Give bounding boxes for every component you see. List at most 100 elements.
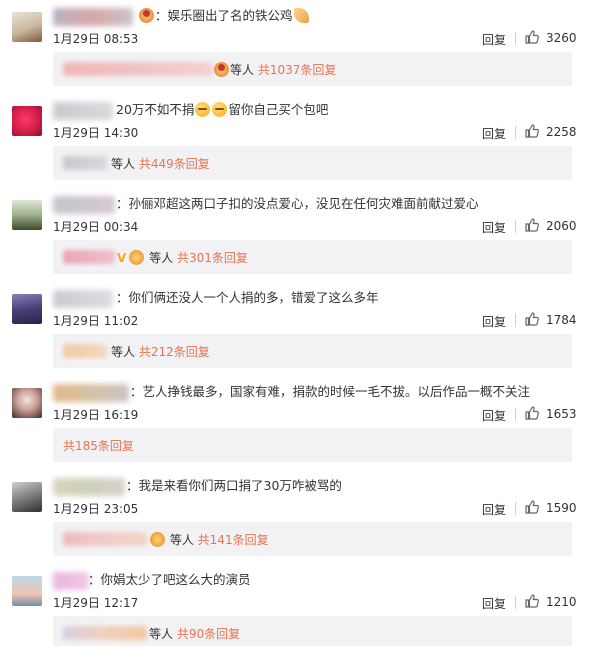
thumbs-up-icon (525, 312, 539, 326)
reply-summary: 等人 共449条回复 (111, 155, 210, 172)
comment-item: ：艺人挣钱最多，国家有难，捐款的时候一毛不拔。以后作品一概不关注 1月29日 1… (0, 376, 590, 470)
face-emoji-icon (150, 532, 165, 547)
thumbs-up-icon (525, 500, 539, 514)
reply-count-link[interactable]: 共301条回复 (177, 251, 248, 265)
etc-label: 等人 (230, 63, 255, 77)
username[interactable] (53, 196, 115, 214)
like-count: 3260 (546, 31, 577, 45)
reply-button[interactable]: 回复 (482, 595, 506, 612)
reply-preview-box[interactable]: 等人 共141条回复 (53, 522, 572, 556)
thumbs-up-icon (525, 406, 539, 420)
reply-username (63, 62, 213, 76)
reply-preview-box[interactable]: 等人 共212条回复 (53, 334, 572, 368)
reply-username (63, 344, 107, 358)
reply-preview-box[interactable]: 共185条回复 (53, 428, 572, 462)
divider (515, 32, 516, 45)
reply-preview-box[interactable]: 等人 共1037条回复 (53, 52, 572, 86)
like-button[interactable]: 1210 (524, 593, 588, 611)
comment-text: ：孙俪邓超这两口子扣的没点爱心，没见在任何灾难面前献过爱心 (116, 196, 479, 211)
etc-label: 等人 (169, 533, 194, 547)
divider (515, 408, 516, 421)
username[interactable] (53, 102, 113, 120)
sweat-emoji-icon (212, 102, 228, 117)
username[interactable] (53, 572, 89, 590)
reply-summary: V 等人 共301条回复 (117, 249, 248, 266)
reply-button[interactable]: 回复 (482, 125, 506, 142)
comment-item: ：娱乐圈出了名的铁公鸡 1月29日 08:53 回复 3260 等人 共1037… (0, 0, 590, 94)
reply-summary: 等人 共1037条回复 (213, 61, 336, 78)
avatar[interactable] (12, 388, 42, 418)
comment-text: ：我是来看你们两口捐了30万咋被骂的 (126, 478, 342, 493)
reply-count-link[interactable]: 共449条回复 (139, 157, 210, 171)
face-emoji-icon (129, 250, 145, 265)
like-button[interactable]: 1784 (524, 311, 588, 329)
thumbs-up-icon (525, 218, 539, 232)
comment-text: ：娱乐圈出了名的铁公鸡 (138, 7, 310, 25)
verified-badge-icon: V (117, 251, 127, 265)
face-emoji-icon (214, 62, 229, 77)
like-count: 2258 (546, 125, 577, 139)
sweat-emoji-icon (195, 102, 211, 117)
like-button[interactable]: 3260 (524, 29, 588, 47)
reply-preview-box[interactable]: 等人 共449条回复 (53, 146, 572, 180)
comment-item: ：孙俪邓超这两口子扣的没点爱心，没见在任何灾难面前献过爱心 1月29日 00:3… (0, 188, 590, 282)
reply-username (63, 532, 147, 546)
divider (515, 126, 516, 139)
comment-item: ：我是来看你们两口捐了30万咋被骂的 1月29日 23:05 回复 1590 等… (0, 470, 590, 564)
like-button[interactable]: 1653 (524, 405, 588, 423)
face-emoji-icon (139, 8, 154, 23)
flex-arm-emoji-icon (293, 8, 309, 23)
comment-time: 1月29日 08:53 (53, 32, 139, 46)
reply-username (63, 156, 107, 170)
like-count: 1210 (546, 595, 577, 609)
like-count: 2060 (546, 219, 577, 233)
reply-username (63, 626, 147, 640)
username[interactable] (53, 290, 113, 308)
avatar[interactable] (12, 576, 42, 606)
thumbs-up-icon (525, 30, 539, 44)
comment-text: ：你娟太少了吧这么大的演员 (88, 572, 251, 587)
reply-button[interactable]: 回复 (482, 219, 506, 236)
divider (515, 502, 516, 515)
etc-label: 等人 (149, 251, 174, 265)
etc-label: 等人 (111, 345, 136, 359)
reply-summary: 等人 共212条回复 (111, 343, 210, 360)
reply-count-link[interactable]: 共185条回复 (63, 439, 134, 453)
thumbs-up-icon (525, 594, 539, 608)
avatar[interactable] (12, 12, 42, 42)
username[interactable] (53, 8, 133, 26)
avatar[interactable] (12, 200, 42, 230)
reply-count-link[interactable]: 共90条回复 (177, 627, 240, 641)
like-button[interactable]: 2060 (524, 217, 588, 235)
reply-button[interactable]: 回复 (482, 31, 506, 48)
reply-summary: 共185条回复 (63, 437, 134, 454)
comment-time: 1月29日 14:30 (53, 126, 139, 140)
avatar[interactable] (12, 482, 42, 512)
reply-summary: 等人 共90条回复 (149, 625, 240, 642)
avatar[interactable] (12, 106, 42, 136)
comment-time: 1月29日 16:19 (53, 408, 139, 422)
username[interactable] (53, 478, 125, 496)
comment-item: ：你娟太少了吧这么大的演员 1月29日 12:17 回复 1210 等人 共90… (0, 564, 590, 658)
like-button[interactable]: 2258 (524, 123, 588, 141)
comment-time: 1月29日 00:34 (53, 220, 139, 234)
divider (515, 314, 516, 327)
reply-count-link[interactable]: 共212条回复 (139, 345, 210, 359)
reply-preview-box[interactable]: 等人 共90条回复 (53, 616, 572, 646)
avatar[interactable] (12, 294, 42, 324)
reply-button[interactable]: 回复 (482, 407, 506, 424)
username[interactable] (53, 384, 129, 402)
reply-count-link[interactable]: 共141条回复 (198, 533, 269, 547)
reply-preview-box[interactable]: V 等人 共301条回复 (53, 240, 572, 274)
comment-item: 20万不如不捐 留你自己买个包吧 1月29日 14:30 回复 2258 等人 共… (0, 94, 590, 188)
reply-button[interactable]: 回复 (482, 313, 506, 330)
comment-time: 1月29日 11:02 (53, 314, 139, 328)
thumbs-up-icon (525, 124, 539, 138)
comment-text: ：你们俩还没人一个人捐的多，错爱了这么多年 (116, 290, 379, 305)
like-button[interactable]: 1590 (524, 499, 588, 517)
etc-label: 等人 (149, 627, 174, 641)
reply-count-link[interactable]: 共1037条回复 (258, 63, 337, 77)
like-count: 1653 (546, 407, 577, 421)
reply-button[interactable]: 回复 (482, 501, 506, 518)
etc-label: 等人 (111, 157, 136, 171)
